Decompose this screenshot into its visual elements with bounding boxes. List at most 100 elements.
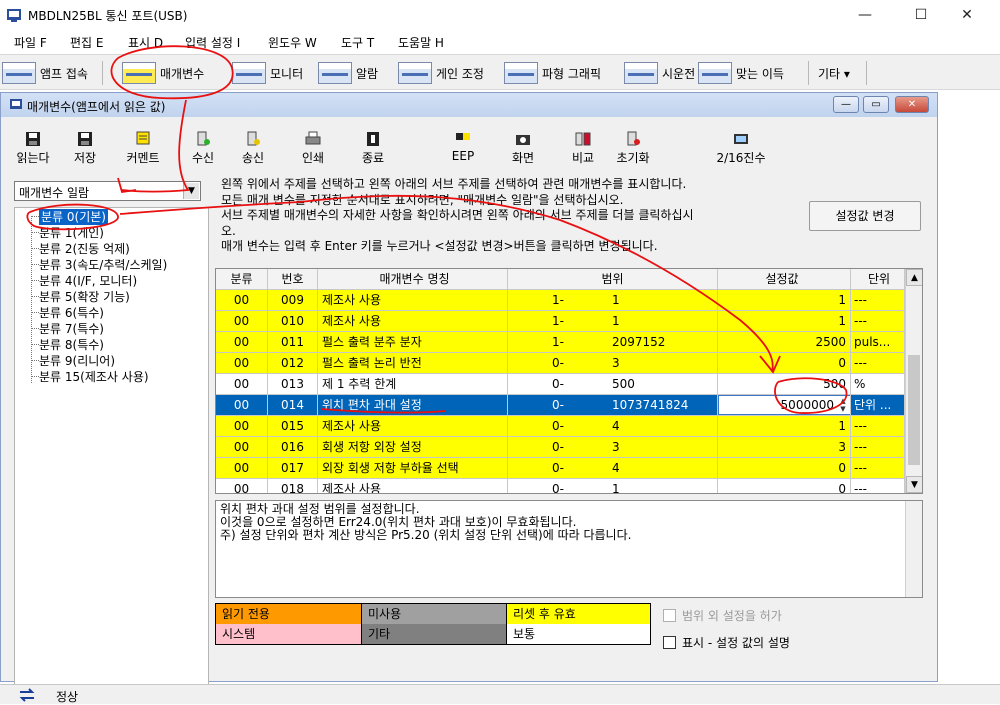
column-header-category[interactable]: 분류	[216, 269, 268, 290]
cell-number: 018	[268, 479, 318, 493]
spinner-icon[interactable]: ▲ ▼	[837, 397, 849, 414]
close-button[interactable]: ✕	[944, 0, 990, 30]
transfer-arrows-icon	[19, 688, 35, 702]
table-row[interactable]: 00 011 펄스 출력 분주 분자 1- 2097152 2500 puls...	[216, 332, 905, 353]
child-maximize-button[interactable]: ▭	[863, 96, 889, 113]
column-header-number[interactable]: 번호	[268, 269, 318, 290]
range-max: 3	[612, 440, 620, 454]
allow-out-of-range-checkbox[interactable]: 범위 외 설정을 허가	[663, 607, 782, 624]
scroll-up-icon[interactable]: ▲	[906, 269, 922, 286]
child-close-button[interactable]: ✕	[895, 96, 929, 113]
tree-item-cat4[interactable]: 분류 4(I/F, 모니터)	[39, 273, 137, 289]
fit-gain-button[interactable]: 맞는 이득	[698, 59, 784, 87]
category-select[interactable]: 매개변수 일람 ▼	[14, 181, 201, 201]
alarm-button[interactable]: 알람	[318, 59, 378, 87]
cell-category: 00	[216, 353, 268, 374]
cell-value[interactable]: 500	[718, 374, 851, 395]
tree-item-cat8[interactable]: 분류 8(특수)	[39, 337, 104, 353]
cell-value[interactable]: 1	[718, 311, 851, 332]
tree-item-cat7[interactable]: 분류 7(특수)	[39, 321, 104, 337]
read-button[interactable]: 읽는다	[3, 131, 63, 166]
menu-help[interactable]: 도움말 H	[398, 34, 444, 51]
table-row[interactable]: 00 016 회생 저항 외장 설정 0- 3 3 ---	[216, 437, 905, 458]
tree-item-cat6[interactable]: 분류 6(특수)	[39, 305, 104, 321]
column-header-name[interactable]: 매개변수 명칭	[318, 269, 508, 290]
range-min: 0-	[552, 356, 564, 370]
cell-name: 펄스 출력 논리 반전	[318, 353, 508, 374]
parameter-button[interactable]: 매개변수	[122, 59, 204, 87]
show-value-description-checkbox[interactable]: 표시 - 설정 값의 설명	[663, 634, 790, 651]
table-row[interactable]: 00 012 펄스 출력 논리 반전 0- 3 0 ---	[216, 353, 905, 374]
table-row[interactable]: 00 013 제 1 추력 한계 0- 500 500%	[216, 374, 905, 395]
column-header-unit[interactable]: 단위	[851, 269, 905, 290]
tree-item-cat9[interactable]: 분류 9(리니어)	[39, 353, 115, 369]
instructions-text: 왼쪽 위에서 주제를 선택하고 왼쪽 아래의 서브 주제를 선택하여 관련 매개…	[221, 177, 806, 255]
tree-item-cat1[interactable]: 분류 1(게인)	[39, 225, 104, 241]
table-row[interactable]: 00 015 제조사 사용 0- 4 1 ---	[216, 416, 905, 437]
toolbar-separator	[808, 61, 809, 85]
cell-name: 제조사 사용	[318, 416, 508, 437]
test-run-button[interactable]: 시운전	[624, 59, 695, 87]
child-minimize-button[interactable]: —	[833, 96, 859, 113]
table-row[interactable]: 00 017 외장 회생 저항 부하율 선택 0- 4 0 ---	[216, 458, 905, 479]
chevron-down-icon: ▼	[183, 183, 199, 199]
instruction-line: 매개 변수는 입력 후 Enter 키를 누르거나 <설정값 변경>버튼을 클릭…	[221, 239, 658, 253]
table-row[interactable]: 00 018 제조사 사용 0- 1 0 ---	[216, 479, 905, 493]
cell-category: 00	[216, 437, 268, 458]
cell-value[interactable]: 2500	[718, 332, 851, 353]
maximize-button[interactable]: ☐	[898, 0, 944, 30]
table-row[interactable]: 00 014 위치 편차 과대 설정 0- 1073741824 5000000 ▲ ▼ 단위 …	[216, 395, 905, 416]
hex-icon	[734, 134, 748, 144]
scroll-thumb[interactable]	[908, 355, 920, 465]
menu-file[interactable]: 파일 F	[14, 34, 47, 51]
tree-item-cat15[interactable]: 분류 15(제조사 사용)	[39, 369, 149, 385]
tree-item-cat0[interactable]: 분류 0(기본)	[39, 209, 108, 225]
range-min: 0-	[552, 398, 564, 412]
help-scrollbar[interactable]	[905, 501, 922, 597]
menu-edit[interactable]: 편집 E	[70, 34, 103, 51]
change-setting-button[interactable]: 설정값 변경	[809, 201, 921, 231]
cell-number: 014	[268, 395, 318, 416]
scroll-down-icon[interactable]: ▼	[906, 476, 922, 493]
comment-button[interactable]: 커멘트	[113, 131, 173, 166]
menu-tools[interactable]: 도구 T	[341, 34, 374, 51]
menu-input-settings[interactable]: 입력 설정 I	[185, 34, 240, 51]
gain-tuning-button[interactable]: 게인 조정	[398, 59, 484, 87]
cell-name: 위치 편차 과대 설정	[318, 395, 508, 416]
cell-value[interactable]: 0	[718, 353, 851, 374]
initialize-button[interactable]: 초기화	[603, 131, 663, 166]
menu-window[interactable]: 윈도우 W	[268, 34, 317, 51]
print-button[interactable]: 인쇄	[283, 131, 343, 166]
cell-value[interactable]: 3	[718, 437, 851, 458]
cell-value[interactable]: 1	[718, 290, 851, 311]
cell-value[interactable]: 1	[718, 416, 851, 437]
waveform-graph-button[interactable]: 파형 그래픽	[504, 59, 601, 87]
save-button[interactable]: 저장	[55, 131, 115, 166]
monitor-button[interactable]: 모니터	[232, 59, 303, 87]
tree-item-cat3[interactable]: 분류 3(속도/추력/스케일)	[39, 257, 167, 273]
amp-connect-button[interactable]: 앰프 접속	[2, 59, 88, 87]
table-row[interactable]: 00 010 제조사 사용 1- 1 1 ---	[216, 311, 905, 332]
cell-unit: ---	[851, 479, 905, 493]
cell-value[interactable]: 5000000 ▲ ▼	[718, 395, 851, 416]
eep-button[interactable]: EEP	[433, 131, 493, 163]
column-header-range[interactable]: 범위	[508, 269, 718, 290]
other-dropdown-button[interactable]: 기타 ▾	[818, 59, 850, 87]
minimize-button[interactable]: —	[842, 0, 888, 30]
tree-item-cat2[interactable]: 분류 2(진동 억제)	[39, 241, 130, 257]
cell-value[interactable]: 0	[718, 479, 851, 493]
table-scrollbar[interactable]: ▲ ▼	[905, 269, 922, 493]
app-icon	[7, 9, 21, 22]
column-header-value[interactable]: 설정값	[718, 269, 851, 290]
value-edit-field[interactable]: 5000000 ▲ ▼	[718, 395, 850, 415]
screen-button[interactable]: 화면	[493, 131, 553, 166]
send-button[interactable]: 송신	[223, 131, 283, 166]
tree-connector	[31, 312, 39, 313]
table-row[interactable]: 00 009 제조사 사용 1- 1 1 ---	[216, 290, 905, 311]
cell-value[interactable]: 0	[718, 458, 851, 479]
hex-toggle-button[interactable]: 2/16진수	[701, 131, 781, 166]
tree-item-cat5[interactable]: 분류 5(확장 기능)	[39, 289, 130, 305]
range-max: 3	[612, 356, 620, 370]
menu-view[interactable]: 표시 D	[128, 34, 163, 51]
exit-button[interactable]: 종료	[343, 131, 403, 166]
